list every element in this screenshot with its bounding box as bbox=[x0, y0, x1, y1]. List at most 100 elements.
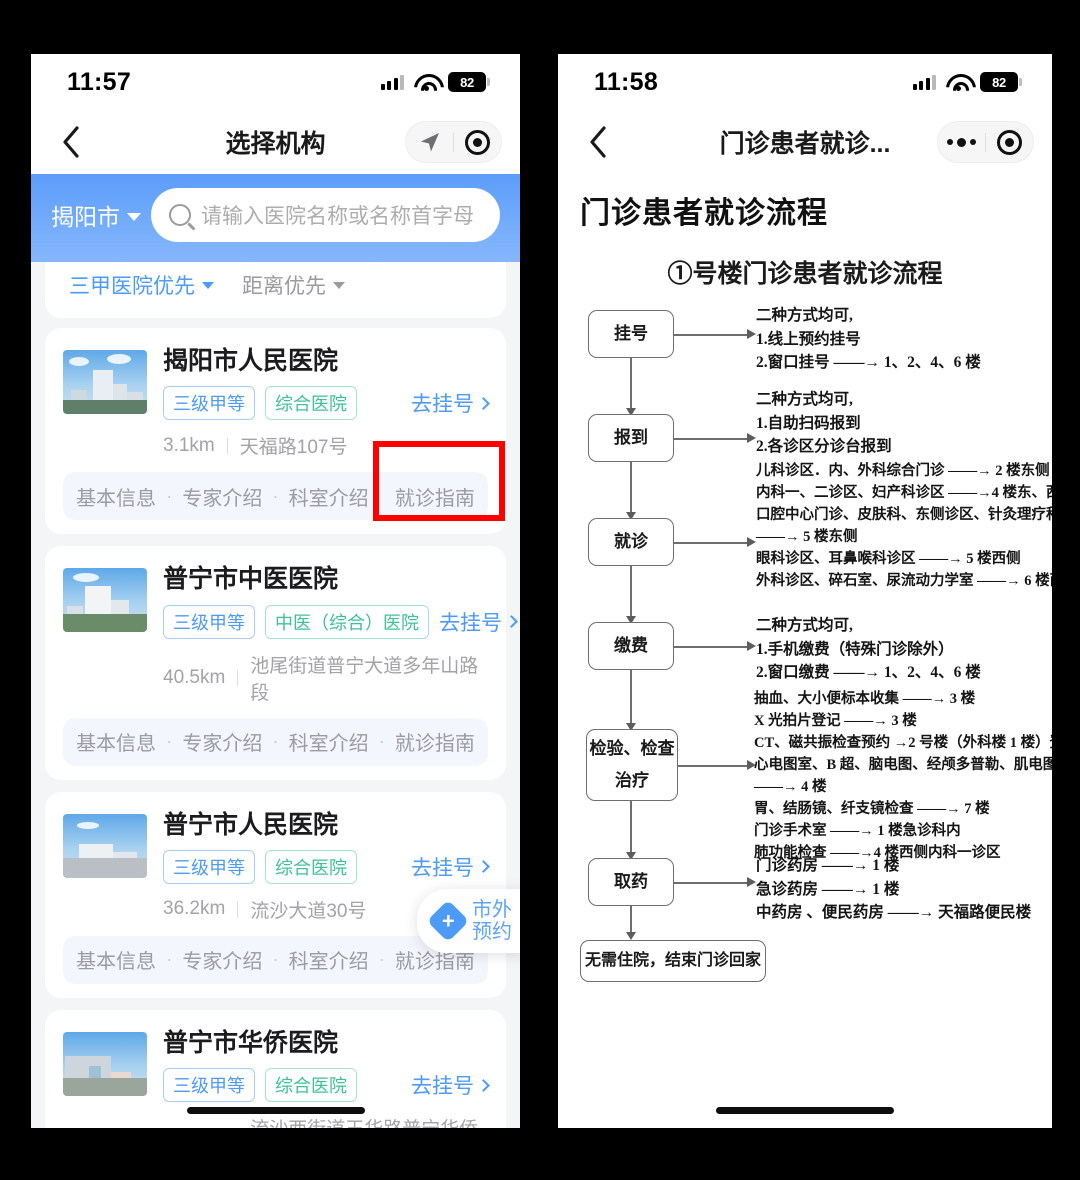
card-main: 揭阳市人民医院 三级甲等 综合医院 去挂号 3.1km 天福路107号 bbox=[63, 346, 490, 459]
flow-arrow-head bbox=[747, 433, 756, 443]
home-indicator bbox=[186, 1107, 365, 1114]
status-bar-left: 11:57 82 bbox=[31, 54, 520, 110]
status-badge-type: 综合医院 bbox=[265, 386, 357, 421]
link-visit-guide[interactable]: 就诊指南 bbox=[395, 727, 475, 756]
city-label: 揭阳市 bbox=[51, 204, 120, 230]
city-selector[interactable]: 揭阳市 bbox=[51, 198, 141, 232]
search-input[interactable]: 请输入医院名称或名称首字母 bbox=[151, 188, 500, 242]
flow-node-guahao: 挂号 bbox=[588, 310, 674, 358]
flow-node-jiuzhen: 就诊 bbox=[588, 518, 674, 566]
card-info: 揭阳市人民医院 三级甲等 综合医院 去挂号 3.1km 天福路107号 bbox=[163, 346, 490, 459]
filter-tertiary-hospital-first[interactable]: 三甲医院优先 bbox=[69, 270, 214, 300]
annotation-line: 二种方式均可, bbox=[756, 617, 853, 634]
hospital-distance: 40.5km bbox=[163, 666, 226, 688]
register-button[interactable]: 去挂号 bbox=[411, 852, 490, 882]
left-phone-screen: 11:57 82 选择机构 揭阳市 请输入医院名称或名称首字母 三甲医院优先 距… bbox=[31, 54, 520, 1128]
back-chevron-icon[interactable] bbox=[576, 120, 620, 164]
hospital-tags: 三级甲等 综合医院 去挂号 bbox=[163, 849, 490, 884]
register-button[interactable]: 去挂号 bbox=[411, 388, 490, 418]
register-button[interactable]: 去挂号 bbox=[411, 1070, 490, 1100]
flow-node-label-line2: 治疗 bbox=[615, 771, 649, 790]
flow-annotation-quyao: 门诊药房 ——→ 1 楼 急诊药房 ——→ 1 楼 中药房 、便民药房 ——→ … bbox=[756, 854, 1031, 925]
annotation-line: X 光拍片登记 ——→ 3 楼 bbox=[754, 713, 917, 730]
register-button[interactable]: 去挂号 bbox=[439, 607, 518, 637]
flow-annotation-jiaofei: 二种方式均可, 1.手机缴费（特殊门诊除外） 2.窗口缴费 ——→ 1、2、4、… bbox=[756, 614, 981, 685]
hospital-address: 池尾街道普宁大道多年山路段 bbox=[250, 655, 479, 704]
annotation-line: 内科一、二诊区、妇产科诊区 ——→4 楼东、西侧 bbox=[756, 485, 1052, 502]
link-basic-info[interactable]: 基本信息 bbox=[76, 482, 156, 511]
nav-bar-right: 门诊患者就诊... bbox=[558, 110, 1052, 174]
wifi-icon bbox=[414, 73, 438, 91]
annotation-line: 2.各诊区分诊台报到 bbox=[756, 438, 892, 456]
flowchart: 挂号 二种方式均可, 1.线上预约挂号 2.窗口挂号 ——→ 1、2、4、6 楼… bbox=[580, 304, 1052, 982]
hospital-card[interactable]: 普宁市中医医院 三级甲等 中医（综合）医院 去挂号 40.5km 池尾街道普宁大… bbox=[45, 546, 518, 780]
flow-arrow-line bbox=[630, 801, 632, 854]
link-department-intro[interactable]: 科室介绍 bbox=[289, 727, 369, 756]
register-label: 去挂号 bbox=[411, 856, 474, 880]
annotation-line: 2.窗口挂号 ——→ 1、2、4、6 楼 bbox=[756, 354, 981, 372]
status-time: 11:57 bbox=[67, 67, 132, 96]
link-expert-intro[interactable]: 专家介绍 bbox=[182, 727, 262, 756]
battery-level: 82 bbox=[992, 74, 1006, 90]
flow-node-label: 就诊 bbox=[614, 531, 648, 551]
right-phone-screen: 11:58 82 门诊患者就诊... 门诊患者就诊流程 ①号楼门诊患者就诊流程 bbox=[558, 54, 1052, 1128]
more-dots-icon[interactable] bbox=[938, 121, 985, 163]
annotation-line: 急诊药房 ——→ 1 楼 bbox=[756, 880, 900, 898]
hospital-meta: 3.1km 天福路107号 bbox=[163, 432, 488, 459]
status-badge-type: 中医（综合）医院 bbox=[265, 604, 429, 639]
hospital-name: 揭阳市人民医院 bbox=[163, 347, 339, 375]
chevron-right-icon bbox=[505, 615, 518, 628]
filter-distance-first[interactable]: 距离优先 bbox=[242, 270, 345, 300]
location-arrow-icon[interactable] bbox=[406, 121, 453, 163]
annotation-line: 儿科诊区．内、外科综合门诊 ——→ 2 楼东侧 bbox=[756, 463, 1050, 479]
flow-annotation-guahao: 二种方式均可, 1.线上预约挂号 2.窗口挂号 ——→ 1、2、4、6 楼 bbox=[756, 304, 981, 375]
link-basic-info[interactable]: 基本信息 bbox=[76, 945, 156, 974]
flow-node-label: 报到 bbox=[614, 427, 648, 447]
link-basic-info[interactable]: 基本信息 bbox=[76, 727, 156, 756]
link-expert-intro[interactable]: 专家介绍 bbox=[182, 482, 262, 511]
link-separator: · bbox=[272, 485, 279, 506]
status-badge-level: 三级甲等 bbox=[163, 604, 255, 639]
link-separator: · bbox=[378, 731, 385, 751]
nav-capsule bbox=[937, 121, 1034, 163]
chevron-right-icon bbox=[477, 860, 490, 874]
annotation-line: 心电图室、B 超、脑电图、经颅多普勒、肌电图室 bbox=[754, 757, 1052, 774]
link-expert-intro[interactable]: 专家介绍 bbox=[182, 945, 262, 974]
link-visit-guide[interactable]: 就诊指南 bbox=[395, 482, 475, 511]
flow-arrow-line bbox=[674, 542, 749, 544]
nav-capsule bbox=[405, 121, 502, 163]
hospital-list-scroll[interactable]: 三甲医院优先 距离优先 揭阳市人民医院 三级甲等 综合医院 去挂号 3.1km … bbox=[31, 262, 520, 1128]
hospital-thumbnail bbox=[63, 350, 147, 414]
hospital-distance: 36.2km bbox=[163, 898, 226, 920]
search-placeholder: 请输入医院名称或名称首字母 bbox=[201, 205, 474, 228]
annotation-line: ——→ 4 楼 bbox=[754, 779, 827, 796]
annotation-line: 中药房 、便民药房 ——→ 天福路便民楼 bbox=[756, 904, 1032, 922]
chevron-right-icon bbox=[477, 396, 490, 410]
link-department-intro[interactable]: 科室介绍 bbox=[289, 482, 369, 511]
link-department-intro[interactable]: 科室介绍 bbox=[289, 945, 369, 974]
hospital-thumbnail bbox=[63, 813, 147, 878]
status-time: 11:58 bbox=[594, 67, 659, 96]
hospital-tags: 三级甲等 中医（综合）医院 去挂号 bbox=[163, 604, 518, 639]
flow-arrow-head bbox=[626, 932, 636, 940]
register-label: 去挂号 bbox=[411, 393, 474, 417]
flow-annotation-baodao: 二种方式均可, 1.自助扫码报到 2.各诊区分诊台报到 bbox=[756, 388, 892, 459]
triangle-down-icon bbox=[333, 281, 345, 289]
link-separator: · bbox=[166, 731, 173, 751]
link-separator: · bbox=[166, 949, 173, 970]
annotation-line: 1.自助扫码报到 bbox=[756, 414, 861, 432]
flow-arrow-line bbox=[674, 882, 749, 884]
annotation-line: 二种方式均可, bbox=[756, 391, 853, 408]
hospital-card[interactable]: 揭阳市人民医院 三级甲等 综合医院 去挂号 3.1km 天福路107号 基本信息… bbox=[45, 328, 506, 535]
plus-diamond-icon: + bbox=[426, 899, 470, 943]
target-icon[interactable] bbox=[454, 121, 501, 163]
back-chevron-icon[interactable] bbox=[49, 120, 93, 164]
document-body[interactable]: 门诊患者就诊流程 ①号楼门诊患者就诊流程 挂号 二种方式均可, 1.线上预约挂号… bbox=[558, 174, 1052, 1128]
status-icons: 82 bbox=[912, 72, 1022, 92]
meta-divider bbox=[226, 437, 228, 454]
out-of-city-appointment-button[interactable]: + 市外 预约 bbox=[417, 889, 520, 953]
status-badge-level: 三级甲等 bbox=[163, 849, 255, 884]
filter-bar: 三甲医院优先 距离优先 bbox=[45, 262, 506, 318]
target-icon[interactable] bbox=[986, 121, 1033, 163]
search-band: 揭阳市 请输入医院名称或名称首字母 bbox=[31, 174, 520, 262]
